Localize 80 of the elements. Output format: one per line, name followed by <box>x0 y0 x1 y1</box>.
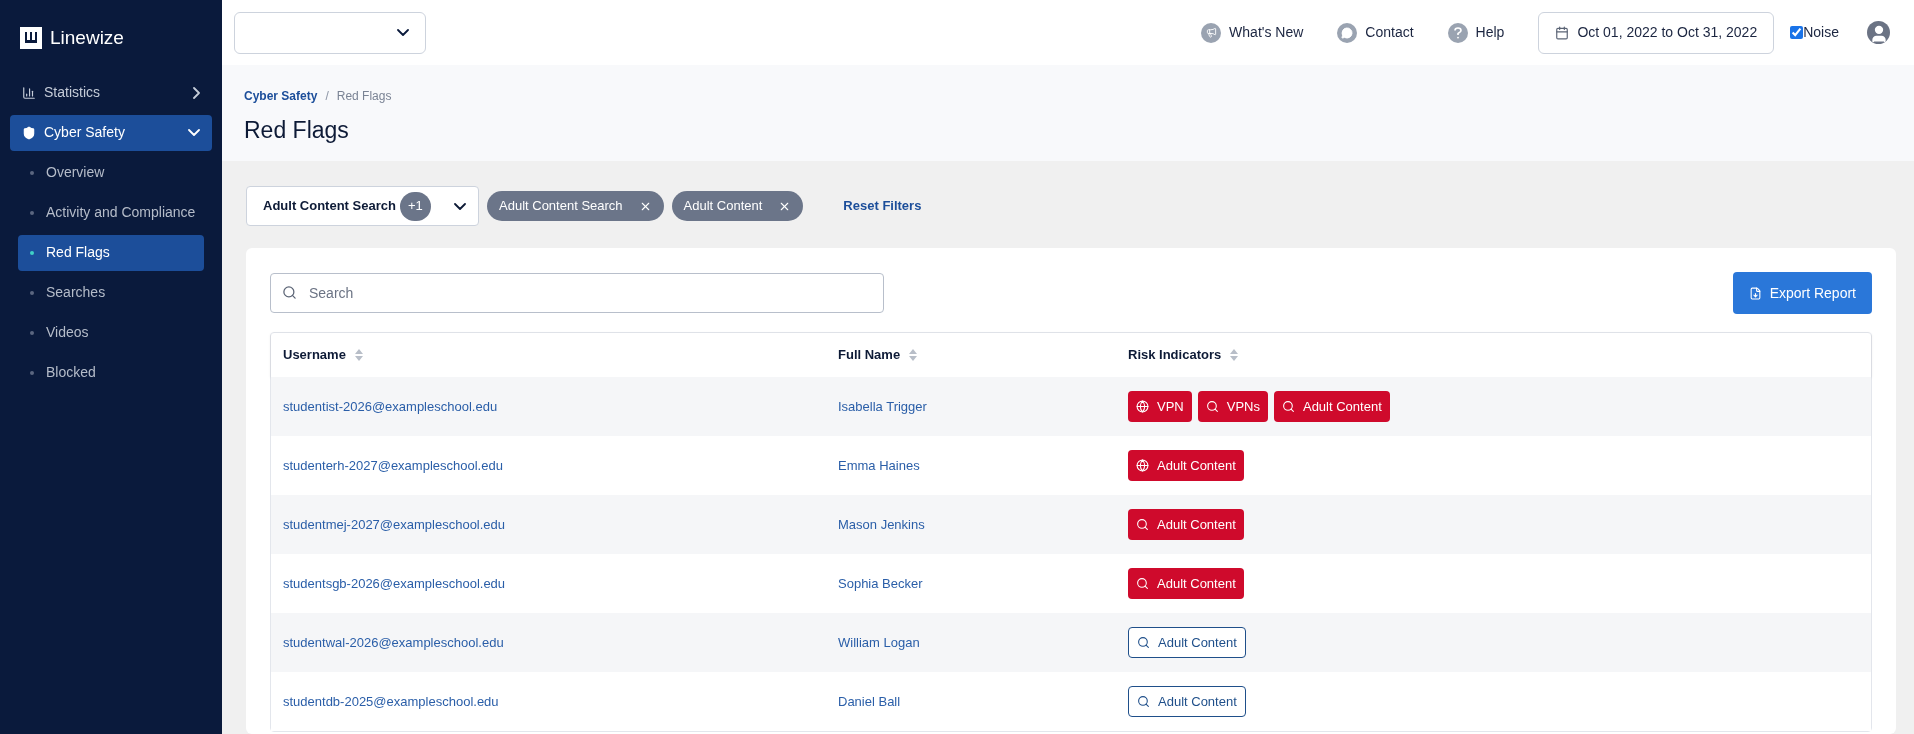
brand-name: Linewize <box>50 26 124 50</box>
search-icon <box>1136 518 1149 531</box>
username-link[interactable]: studentmej-2027@exampleschool.edu <box>283 514 506 535</box>
sidebar-subitem[interactable]: Blocked <box>18 354 204 391</box>
sidebar-subitem[interactable]: Activity and Compliance <box>18 194 204 231</box>
chart-icon <box>22 85 36 100</box>
username-link[interactable]: studentsgb-2026@exampleschool.edu <box>283 573 506 594</box>
risk-indicator-tag[interactable]: VPN <box>1128 391 1192 422</box>
count-badge: +1 <box>399 191 431 221</box>
top-link[interactable]: What's New <box>1201 22 1304 43</box>
sidebar-subitem[interactable]: Searches <box>18 274 204 311</box>
page-title: Red Flags <box>244 116 350 145</box>
filter-chip[interactable]: Adult Content Search <box>487 191 664 221</box>
noise-checkbox[interactable] <box>1790 26 1804 39</box>
chevron-down-icon <box>397 29 409 36</box>
bullet-icon <box>30 330 34 335</box>
search-field[interactable]: Search <box>270 273 884 313</box>
globe-icon <box>1136 459 1149 472</box>
full-name-link[interactable]: Mason Jenkins <box>838 514 925 535</box>
bullet-icon <box>30 210 34 215</box>
reset-filters-link[interactable]: Reset Filters <box>843 196 922 216</box>
risk-indicator-tag[interactable]: Adult Content <box>1128 568 1244 599</box>
full-name-link[interactable]: Isabella Trigger <box>838 396 927 417</box>
noise-label: Noise <box>1803 23 1839 42</box>
column-header[interactable]: Username <box>283 345 346 365</box>
export-report-button[interactable]: Export Report <box>1732 272 1872 314</box>
username-link[interactable]: studentdb-2025@exampleschool.edu <box>283 691 499 712</box>
risk-indicator-tag[interactable]: Adult Content <box>1128 509 1244 540</box>
bullet-icon <box>30 370 34 375</box>
breadcrumb-link[interactable]: Cyber Safety <box>244 87 318 105</box>
bullet-icon <box>30 250 34 255</box>
chevron-down-icon <box>188 129 200 136</box>
search-icon <box>1205 400 1219 413</box>
logo-icon <box>20 27 42 50</box>
avatar-icon[interactable] <box>1867 21 1890 44</box>
shield-icon <box>22 125 36 140</box>
search-icon <box>1137 636 1150 649</box>
username-link[interactable]: studentwal-2026@exampleschool.edu <box>283 632 504 653</box>
username-link[interactable]: studentist-2026@exampleschool.edu <box>283 396 498 417</box>
risk-indicator-tag[interactable]: Adult Content <box>1128 686 1246 717</box>
search-icon <box>1136 577 1149 590</box>
filter-select[interactable]: Adult Content Search +1 <box>246 186 479 226</box>
chat-icon <box>1337 22 1358 43</box>
sidebar-subitem[interactable]: Videos <box>18 314 204 351</box>
search-icon <box>282 285 297 300</box>
globe-icon <box>1136 400 1149 413</box>
bullet-icon <box>30 170 34 175</box>
breadcrumb-current: Red Flags <box>336 88 392 105</box>
file-icon <box>1748 286 1762 300</box>
sidebar-item[interactable]: Statistics <box>10 74 212 111</box>
bullet-icon <box>30 290 34 295</box>
full-name-link[interactable]: William Logan <box>838 632 920 653</box>
risk-indicator-tag[interactable]: Adult Content <box>1273 391 1390 422</box>
full-name-link[interactable]: Emma Haines <box>838 455 920 476</box>
full-name-link[interactable]: Daniel Ball <box>838 691 901 712</box>
column-header[interactable]: Risk Indicators <box>1128 345 1222 365</box>
chevron-right-icon <box>193 86 200 99</box>
calendar-icon <box>1555 25 1570 40</box>
breadcrumb-separator: / <box>325 88 329 105</box>
sort-icon <box>1229 348 1240 362</box>
sort-icon <box>353 348 364 362</box>
date-range-button[interactable]: Oct 01, 2022 to Oct 31, 2022 <box>1538 11 1775 54</box>
search-icon <box>1137 695 1150 708</box>
risk-indicator-tag[interactable]: Adult Content <box>1128 450 1244 481</box>
sort-icon <box>908 348 919 362</box>
search-icon <box>1281 400 1295 413</box>
top-link[interactable]: Help <box>1447 22 1505 43</box>
sidebar-item[interactable]: Cyber Safety <box>10 114 212 151</box>
full-name-link[interactable]: Sophia Becker <box>838 573 923 594</box>
filter-chip[interactable]: Adult Content <box>671 191 804 221</box>
sidebar-subitem[interactable]: Overview <box>18 154 204 191</box>
column-header[interactable]: Full Name <box>838 345 901 365</box>
megaphone-icon <box>1201 22 1222 43</box>
risk-indicator-tag[interactable]: Adult Content <box>1128 627 1246 658</box>
sidebar-subitem[interactable]: Red Flags <box>18 234 204 271</box>
top-link[interactable]: Contact <box>1337 22 1414 43</box>
username-link[interactable]: studenterh-2027@exampleschool.edu <box>283 455 503 476</box>
chevron-down-icon <box>454 202 466 210</box>
risk-indicator-tag[interactable]: VPNs <box>1197 391 1268 422</box>
help-icon <box>1447 22 1468 43</box>
